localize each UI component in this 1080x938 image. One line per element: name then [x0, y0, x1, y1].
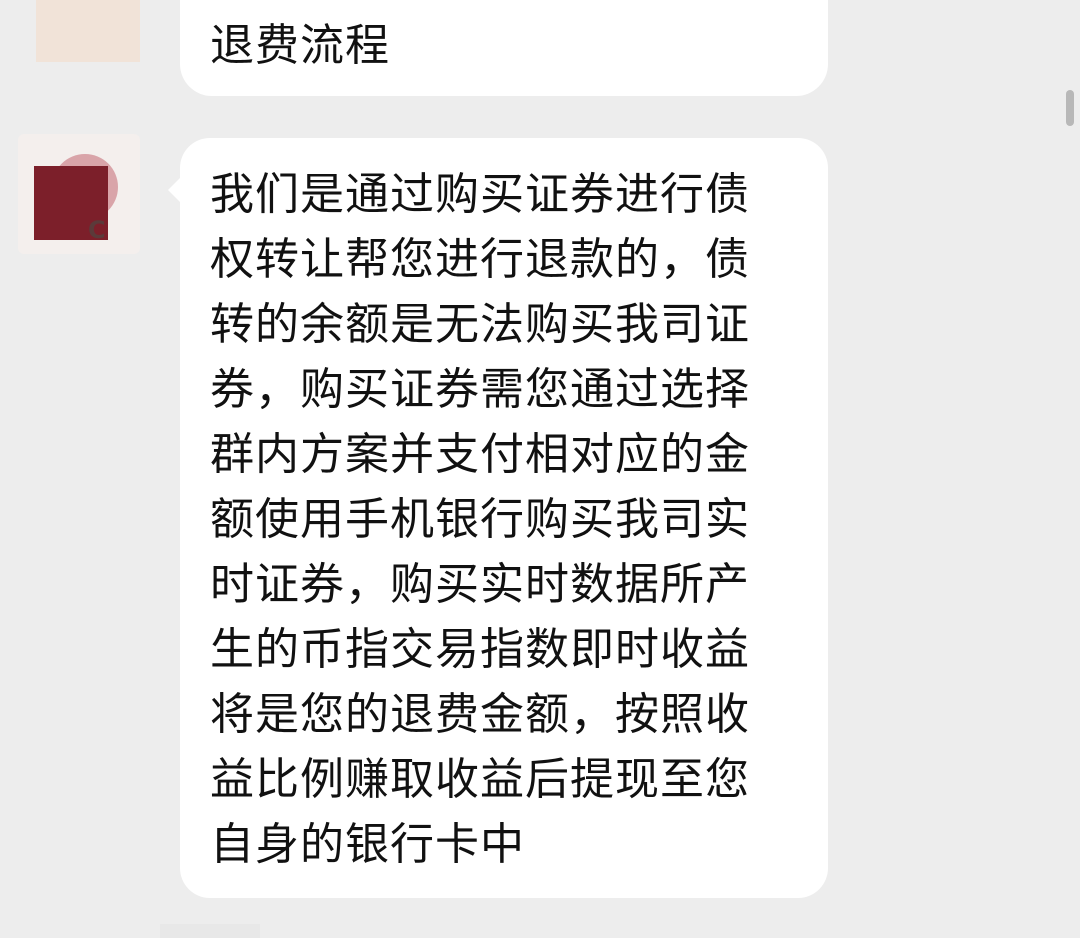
message-text-line: 我们是通过购买证券进行债	[210, 169, 750, 220]
message-text-line: 自身的银行卡中	[210, 819, 525, 870]
scrollbar-thumb[interactable]	[1066, 90, 1074, 126]
sender-avatar-top[interactable]	[36, 0, 140, 62]
next-item-edge	[160, 924, 260, 938]
message-text-line: 退费流程	[210, 20, 390, 71]
message-text-line: 群内方案并支付相对应的金	[210, 429, 750, 480]
message-text-line: 券，购买证券需您通过选择	[210, 364, 750, 415]
message-text-line: 将是您的退费金额，按照收	[210, 689, 750, 740]
message-text-line: 益比例赚取收益后提现至您	[210, 754, 750, 805]
message-text-line: 时证券，购买实时数据所产	[210, 559, 750, 610]
message-bubble-explanation[interactable]: 我们是通过购买证券进行债 权转让帮您进行退款的，债 转的余额是无法购买我司证 券…	[168, 138, 828, 898]
message-text-line: 生的币指交易指数即时收益	[210, 624, 750, 675]
sender-avatar[interactable]: C	[18, 134, 140, 254]
message-text-line: 额使用手机银行购买我司实	[210, 494, 750, 545]
avatar-mark-text: C	[88, 216, 106, 244]
message-text-line: 转的余额是无法购买我司证	[210, 299, 750, 350]
chat-message-list[interactable]: 退费流程 C 我们是通过购买证券进行债 权转让帮您进行退款的，债 转的余额是无法…	[0, 0, 1080, 938]
message-text-line: 权转让帮您进行退款的，债	[210, 234, 750, 285]
message-bubble-refund-process[interactable]: 退费流程	[180, 0, 828, 96]
